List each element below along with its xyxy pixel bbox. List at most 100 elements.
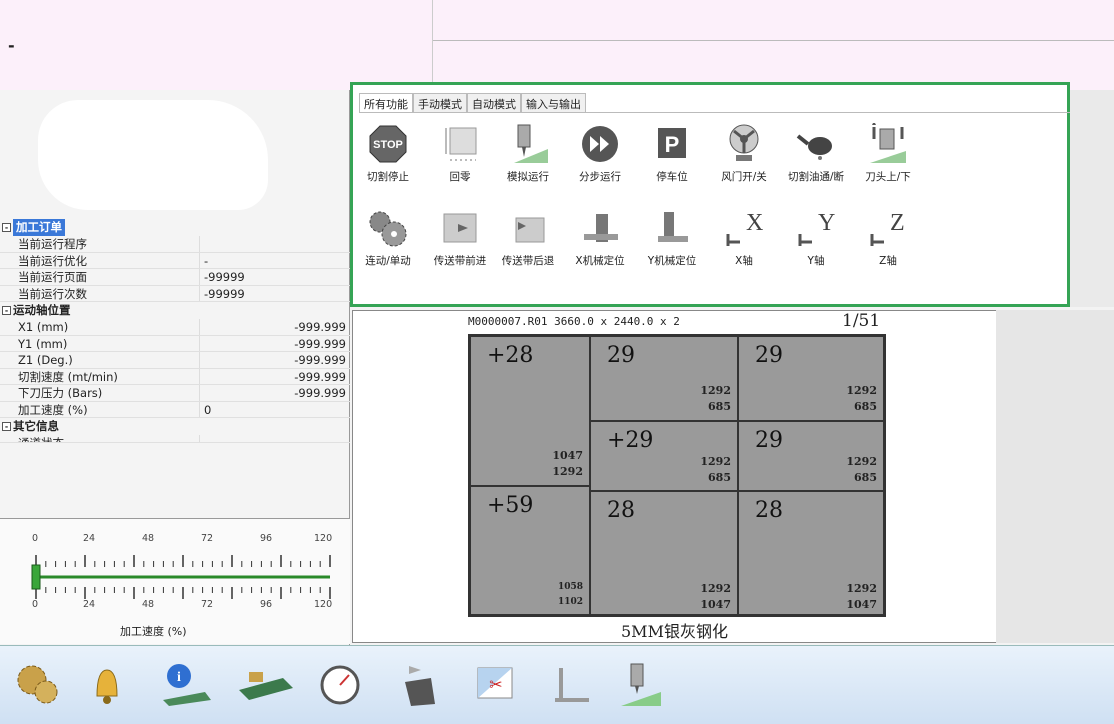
gears-button[interactable] <box>2 650 72 720</box>
tool-head-icon <box>870 123 906 163</box>
home-frame-icon <box>445 127 477 161</box>
x-position-button[interactable]: X机械定位 <box>565 207 635 268</box>
tick-label: 72 <box>201 533 214 544</box>
piece-cell[interactable]: 29 1292 685 <box>590 336 738 421</box>
home-button[interactable]: 回零 <box>425 123 495 184</box>
z-axis-icon: Z <box>870 210 905 246</box>
fan-toggle-button[interactable]: 风门开/关 <box>709 123 779 184</box>
y-position-button[interactable]: Y机械定位 <box>637 207 707 268</box>
svg-text:STOP: STOP <box>373 139 403 151</box>
tree-row: 通道状态 <box>0 435 350 443</box>
speed-gauge[interactable]: 0 24 48 72 96 120 0 24 48 72 96 120 加工速度… <box>0 518 350 644</box>
cut-piece-icon <box>405 666 435 706</box>
ruler-button[interactable] <box>535 650 605 720</box>
svg-text:✂: ✂ <box>489 675 502 694</box>
gears-icon <box>369 211 407 247</box>
belt-forward-icon <box>443 213 477 243</box>
tree-row: 下刀压力 (Bars) -999.999 <box>0 385 350 402</box>
logo <box>38 100 268 210</box>
bell-button[interactable] <box>72 650 142 720</box>
tab-strip: 所有功能 手动模式 自动模式 输入与输出 <box>359 93 1109 113</box>
header-left: - <box>0 0 433 90</box>
simulate-icon <box>514 124 548 163</box>
header-left-text: - <box>8 36 15 55</box>
section-order[interactable]: - 加工订单 <box>0 219 350 236</box>
material-label: 5MM银灰钢化 <box>621 622 728 641</box>
piece-cell[interactable]: +28 1047 1292 <box>470 336 590 486</box>
bell-icon <box>96 669 118 704</box>
gauge-scale <box>31 555 331 599</box>
oil-toggle-button[interactable]: 切割油通/断 <box>781 123 851 184</box>
tool-head-icon <box>621 663 661 706</box>
y-axis-button[interactable]: Y Y轴 <box>781 207 851 268</box>
tree-row: Z1 (Deg.) -999.999 <box>0 352 350 369</box>
tick-label: 96 <box>260 533 273 544</box>
tool-head-button[interactable] <box>605 650 675 720</box>
x-axis-icon: X <box>726 210 763 246</box>
section-axis[interactable]: - 运动轴位置 <box>0 302 350 319</box>
gauge-slider[interactable] <box>31 564 41 590</box>
head-updown-button[interactable]: 刀头上/下 <box>853 123 923 184</box>
tick-label: 48 <box>142 599 155 610</box>
tick-label: 120 <box>314 599 333 610</box>
z-axis-button[interactable]: Z Z轴 <box>853 207 923 268</box>
section-other[interactable]: - 其它信息 <box>0 418 350 435</box>
tree-row: 加工速度 (%) 0 <box>0 401 350 418</box>
sheet-page-indicator: 1/51 <box>842 311 881 331</box>
parking-button[interactable]: P 停车位 <box>637 123 707 184</box>
glass-sheet: +28 1047 1292 29 1292 685 29 1292 685 +29 1292 6… <box>468 334 886 617</box>
function-toolbar: 所有功能 手动模式 自动模式 输入与输出 STOP 切割停止 回零 模拟运行 分… <box>350 82 1109 307</box>
x-position-icon <box>584 214 618 242</box>
cut-piece-button[interactable] <box>385 650 455 720</box>
svg-text:Y: Y <box>818 210 835 236</box>
tree-row: 当前运行程序 <box>0 236 350 253</box>
info-icon: i <box>163 664 211 706</box>
piece-cell[interactable]: 29 1292 685 <box>738 336 884 421</box>
link-mode-button[interactable]: 连动/单动 <box>353 207 423 268</box>
tab-auto-mode[interactable]: 自动模式 <box>467 93 521 112</box>
belt-forward-button[interactable]: 传送带前进 <box>425 207 495 268</box>
tick-label: 96 <box>260 599 273 610</box>
tick-label: 48 <box>142 533 155 544</box>
scissors-icon: ✂ <box>477 667 513 699</box>
piece-cell[interactable]: +59 1058 1102 <box>470 486 590 615</box>
tree-row: Y1 (mm) -999.999 <box>0 335 350 352</box>
left-panel: - 加工订单 当前运行程序 当前运行优化 - 当前运行页面 -99999 当前运行次数… <box>0 90 350 645</box>
machine-button[interactable] <box>230 650 300 720</box>
belt-back-button[interactable]: 传送带后退 <box>493 207 563 268</box>
tick-label: 72 <box>201 599 214 610</box>
svg-text:Z: Z <box>890 210 905 236</box>
piece-cell[interactable]: +29 1292 685 <box>590 421 738 491</box>
sheet-header: M0000007.R01 3660.0 x 2440.0 x 2 <box>468 315 680 328</box>
piece-cell[interactable]: 28 1292 1047 <box>590 491 738 615</box>
tab-all-functions[interactable]: 所有功能 <box>359 93 413 112</box>
svg-text:P: P <box>665 132 680 157</box>
tick-label: 0 <box>32 533 39 544</box>
tab-manual-mode[interactable]: 手动模式 <box>413 93 467 112</box>
cut-layout-button[interactable]: ✂ <box>460 650 530 720</box>
stop-cut-button[interactable]: STOP 切割停止 <box>353 123 423 184</box>
x-axis-button[interactable]: X X轴 <box>709 207 779 268</box>
info-button[interactable]: i <box>150 650 220 720</box>
layout-side-panel <box>996 310 1114 643</box>
step-run-button[interactable]: 分步运行 <box>565 123 635 184</box>
svg-text:X: X <box>746 210 763 236</box>
ruler-icon <box>555 668 589 702</box>
stop-icon: STOP <box>369 125 407 163</box>
tick-label: 0 <box>32 599 39 610</box>
tab-io[interactable]: 输入与输出 <box>521 93 586 112</box>
tree-row: X1 (mm) -999.999 <box>0 319 350 336</box>
gears-icon <box>17 665 58 704</box>
gauge-button[interactable] <box>305 650 375 720</box>
tree-row: 当前运行优化 - <box>0 252 350 269</box>
header-right <box>433 0 1114 90</box>
piece-cell[interactable]: 28 1292 1047 <box>738 491 884 615</box>
simulate-button[interactable]: 模拟运行 <box>493 123 563 184</box>
svg-text:i: i <box>177 670 181 685</box>
gauge-icon <box>320 665 360 705</box>
info-tree: - 加工订单 当前运行程序 当前运行优化 - 当前运行页面 -99999 当前运行次数… <box>0 219 350 443</box>
parking-icon: P <box>658 128 686 158</box>
piece-cell[interactable]: 29 1292 685 <box>738 421 884 491</box>
tick-label: 24 <box>83 599 96 610</box>
bottom-toolbar: i ✂ <box>0 645 1114 724</box>
